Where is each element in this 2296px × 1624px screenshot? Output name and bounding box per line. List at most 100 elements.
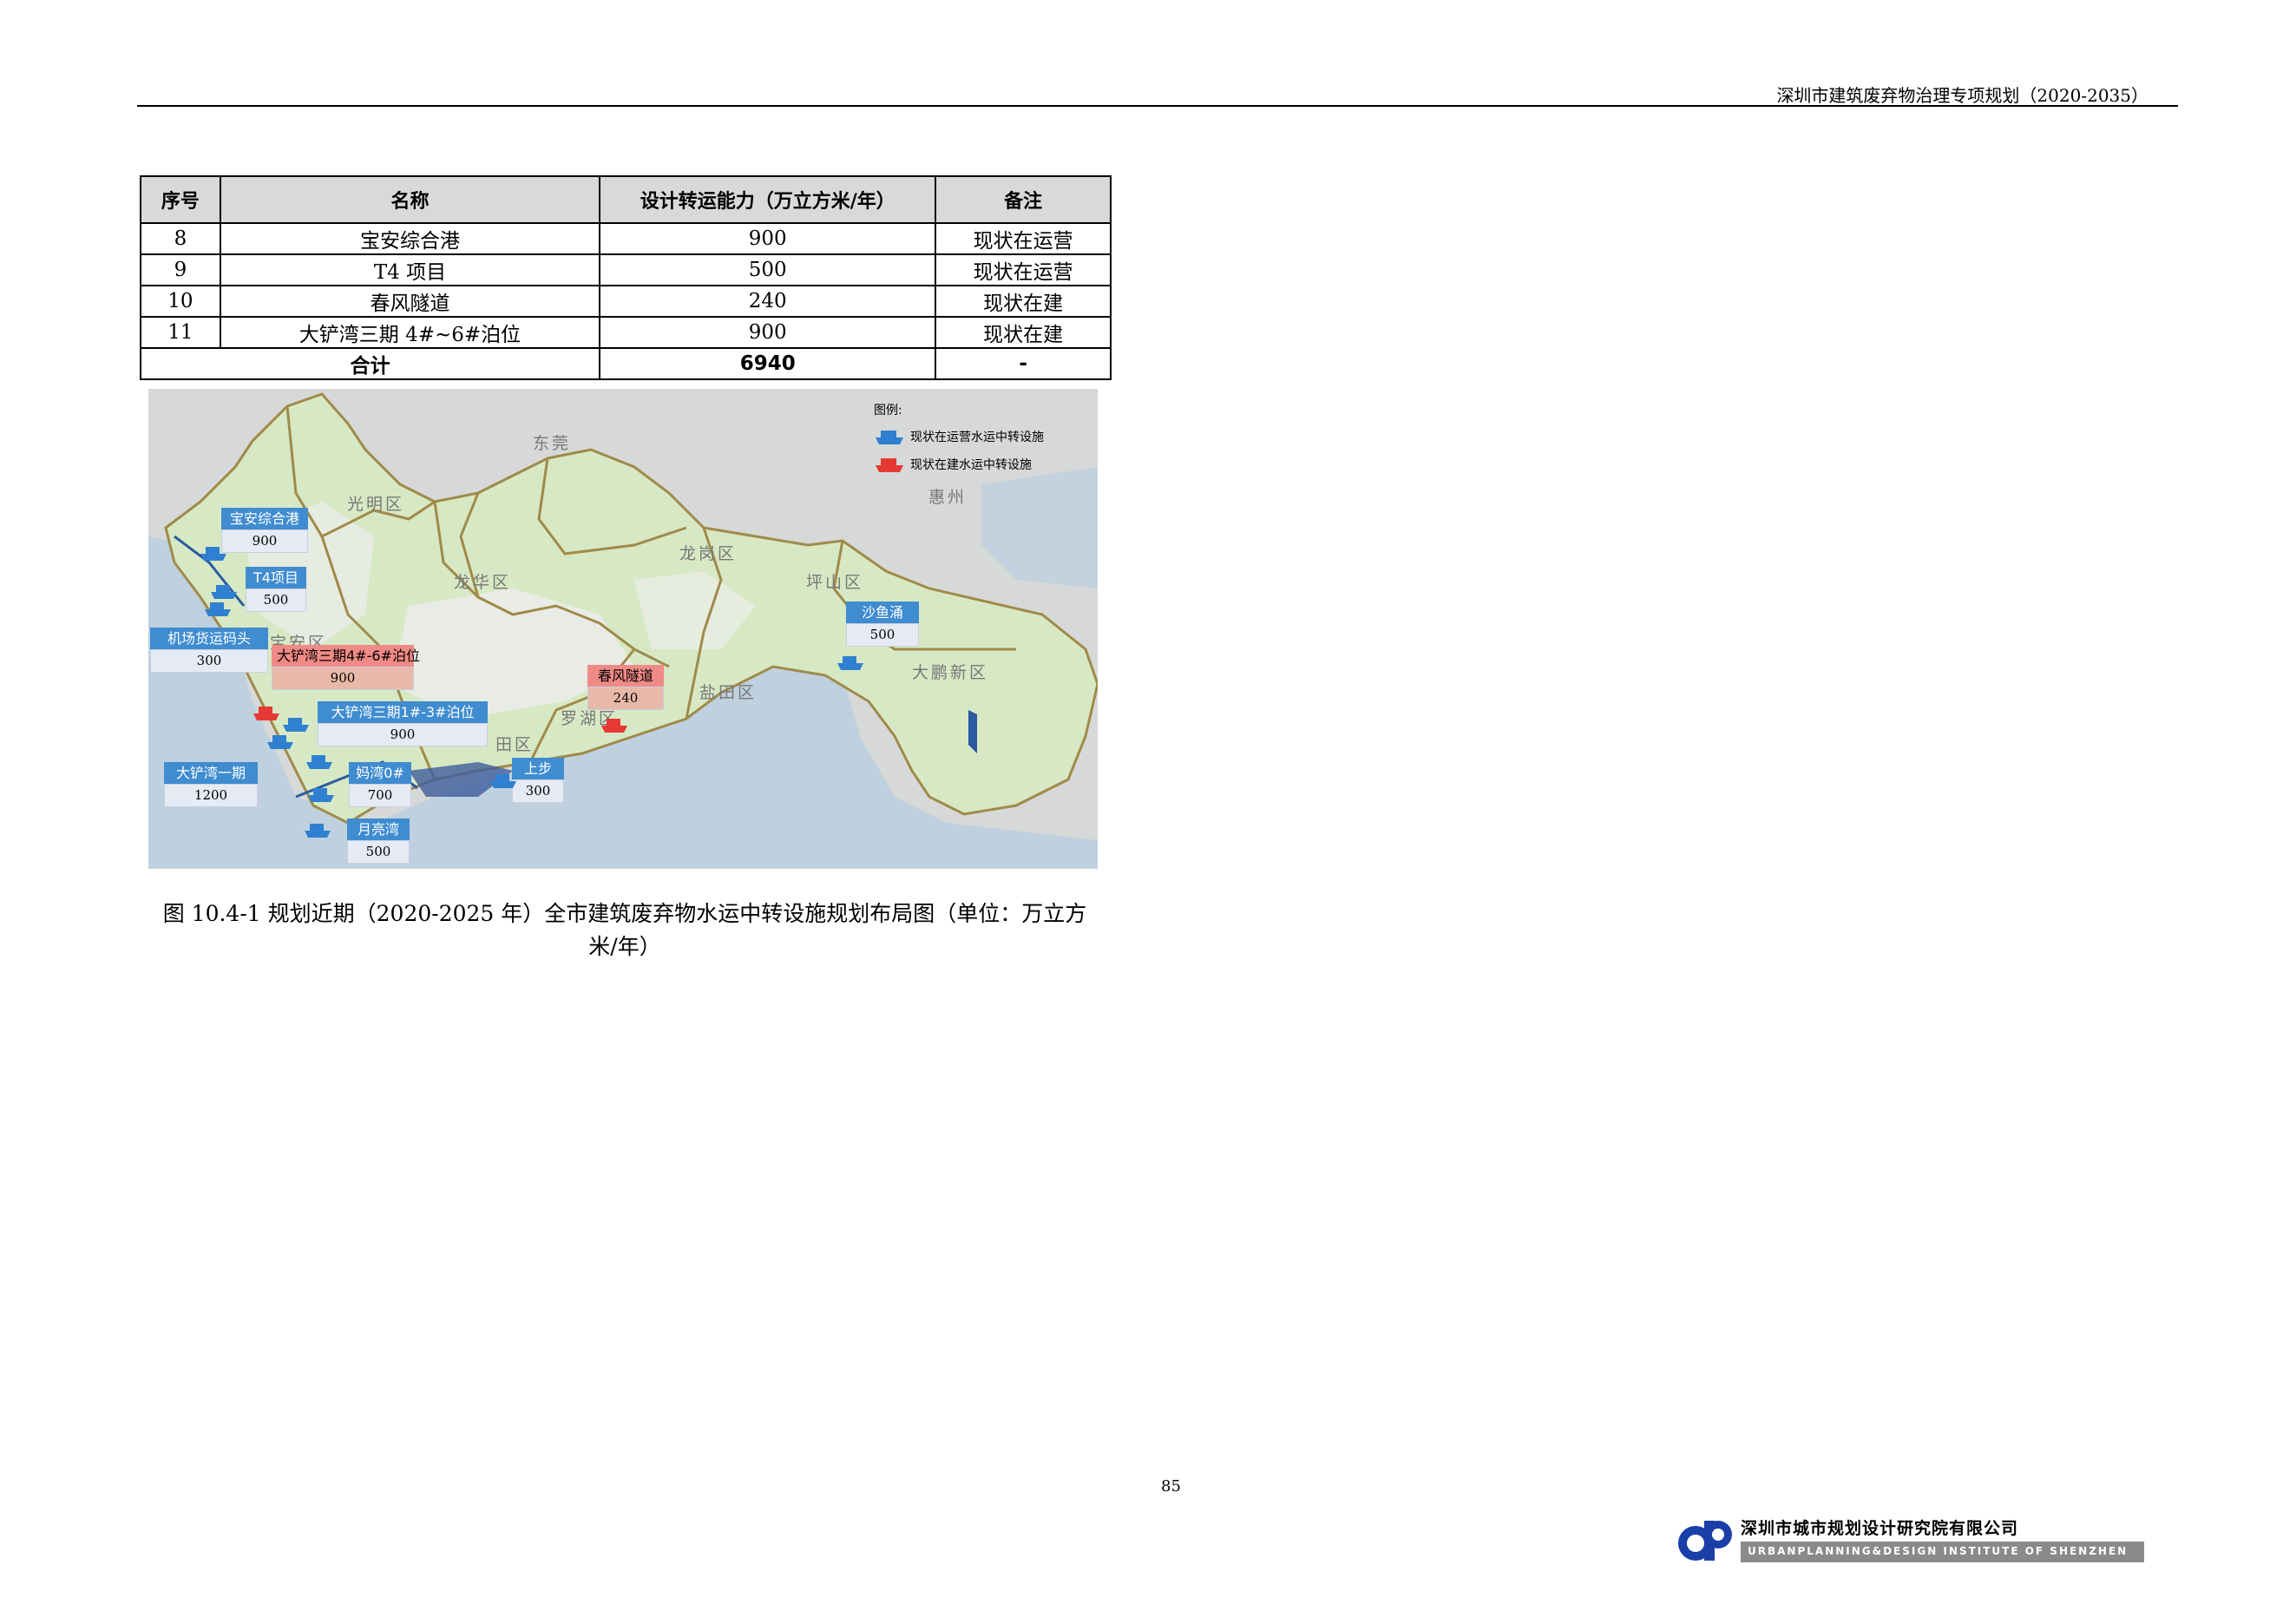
cell-note: 现状在运营 xyxy=(935,222,1112,255)
region-label-longgang: 龙岗区 xyxy=(679,544,738,563)
region-label-longhua: 龙华区 xyxy=(454,573,512,592)
cell-name: 宝安综合港 xyxy=(219,222,601,255)
ship-icon xyxy=(308,788,334,802)
facility-capacity: 700 xyxy=(349,784,411,807)
cell-note: 现状在运营 xyxy=(935,253,1112,286)
table-row: 10 春风隧道 240 现状在建 xyxy=(140,285,1112,318)
header-no: 序号 xyxy=(140,175,221,224)
cell-no: 9 xyxy=(140,253,221,286)
ship-icon xyxy=(876,458,903,472)
header-rule xyxy=(137,105,2178,107)
ship-icon xyxy=(876,431,903,444)
cell-no: 11 xyxy=(140,316,221,349)
ship-icon xyxy=(490,774,516,788)
ship-icon xyxy=(306,755,332,769)
header-note: 备注 xyxy=(935,175,1112,224)
document-header-title: 深圳市建筑废弃物治理专项规划（2020-2035） xyxy=(1776,85,2148,106)
region-label-dongguan: 东莞 xyxy=(533,434,572,453)
ship-icon xyxy=(837,656,863,670)
facility-name: 沙鱼涌 xyxy=(846,602,919,623)
ship-icon xyxy=(205,602,231,616)
cell-no: 10 xyxy=(140,285,221,318)
cell-capacity: 900 xyxy=(599,222,937,255)
region-label-guangming: 光明区 xyxy=(347,495,405,514)
table-row: 9 T4 项目 500 现状在运营 xyxy=(140,253,1112,286)
institute-name-cn: 深圳市城市规划设计研究院有限公司 xyxy=(1741,1519,2019,1538)
table-row: 8 宝安综合港 900 现状在运营 xyxy=(140,222,1112,255)
facility-callout-chunfeng: 春风隧道 240 xyxy=(587,665,664,710)
caption-line-1: 图 10.4-1 规划近期（2020-2025 年）全市建筑废弃物水运中转设施规… xyxy=(162,901,1087,926)
facility-callout-shayuchong: 沙鱼涌 500 xyxy=(846,602,919,647)
facility-capacity: 240 xyxy=(587,687,664,710)
cell-note: 现状在建 xyxy=(935,285,1112,318)
total-note: - xyxy=(935,347,1112,380)
facility-name: 妈湾0# xyxy=(349,762,411,784)
table-row: 11 大铲湾三期 4#~6#泊位 900 现状在建 xyxy=(140,316,1112,349)
facility-capacity: 1200 xyxy=(164,784,258,807)
region-label-dapeng: 大鹏新区 xyxy=(912,663,989,682)
cell-capacity: 240 xyxy=(599,285,937,318)
facility-callout-t4: T4项目 500 xyxy=(246,567,306,612)
institute-name-en: URBANPLANNING&DESIGN INSTITUTE OF SHENZH… xyxy=(1748,1545,2129,1557)
ship-icon xyxy=(211,585,237,599)
facility-map: 东莞 惠州 光明区 龙华区 龙岗区 坪山区 宝安区 盐田区 罗湖区 大鹏新区 田… xyxy=(148,389,1098,869)
facility-callout-dachan1: 大铲湾一期 1200 xyxy=(164,762,258,807)
facility-name: 大铲湾一期 xyxy=(164,762,258,784)
region-label-futian: 田区 xyxy=(495,735,535,754)
cell-capacity: 500 xyxy=(599,253,937,286)
legend-label-construction: 现状在建水运中转设施 xyxy=(910,458,1032,472)
ship-icon xyxy=(267,735,293,749)
facility-callout-dachan3-46: 大铲湾三期4#-6#泊位 900 xyxy=(272,645,420,690)
figure-caption: 图 10.4-1 规划近期（2020-2025 年）全市建筑废弃物水运中转设施规… xyxy=(139,897,1111,963)
legend-item-operating: 现状在运营水运中转设施 xyxy=(874,427,1082,446)
ship-icon xyxy=(601,719,627,733)
facility-capacity: 500 xyxy=(246,588,306,612)
facility-name: 宝安综合港 xyxy=(221,508,308,529)
total-capacity: 6940 xyxy=(599,347,937,380)
ship-icon xyxy=(283,718,309,732)
table-total-row: 合计 6940 - xyxy=(139,347,1112,380)
facility-capacity: 900 xyxy=(318,723,488,746)
institute-logo-icon xyxy=(1678,1521,1732,1561)
region-label-pingshan: 坪山区 xyxy=(806,573,864,592)
region-label-huizhou: 惠州 xyxy=(928,488,968,507)
facility-capacity: 500 xyxy=(347,840,410,864)
ship-icon xyxy=(253,707,279,720)
facility-capacity: 300 xyxy=(150,649,268,673)
region-label-yantian: 盐田区 xyxy=(699,683,758,702)
ship-icon xyxy=(200,547,226,561)
header-capacity: 设计转运能力（万立方米/年） xyxy=(599,175,937,224)
facility-name: 月亮湾 xyxy=(347,819,410,840)
facility-name: 大铲湾三期1#-3#泊位 xyxy=(318,701,488,723)
header-name: 名称 xyxy=(219,175,601,224)
cell-capacity: 900 xyxy=(599,316,937,349)
cell-name: 春风隧道 xyxy=(219,285,601,318)
total-label: 合计 xyxy=(139,347,601,380)
map-legend: 图例: 现状在运营水运中转设施 现状在建水运中转设施 xyxy=(874,401,1082,474)
cell-note: 现状在建 xyxy=(935,316,1112,349)
cell-no: 8 xyxy=(140,222,221,255)
facility-name: 机场货运码头 xyxy=(150,628,268,649)
facility-callout-airport: 机场货运码头 300 xyxy=(150,628,268,673)
facility-capacity: 900 xyxy=(221,529,308,553)
facility-name: T4项目 xyxy=(246,567,306,588)
facility-name: 春风隧道 xyxy=(587,665,664,687)
facility-capacity: 900 xyxy=(272,667,414,690)
cell-name: 大铲湾三期 4#~6#泊位 xyxy=(219,316,601,349)
facility-callout-shangbu: 上步 300 xyxy=(512,758,564,803)
legend-item-construction: 现状在建水运中转设施 xyxy=(874,455,1082,474)
table-header-row: 序号 名称 设计转运能力（万立方米/年） 备注 xyxy=(140,175,1112,224)
ship-icon xyxy=(305,824,331,838)
facility-name: 上步 xyxy=(512,758,564,779)
facility-callout-yueliangwan: 月亮湾 500 xyxy=(347,819,410,864)
facility-name: 大铲湾三期4#-6#泊位 xyxy=(272,645,420,667)
facility-callout-mawan: 妈湾0# 700 xyxy=(349,762,411,807)
page-number: 85 xyxy=(1161,1477,1181,1496)
legend-title: 图例: xyxy=(874,404,902,418)
legend-label-operating: 现状在运营水运中转设施 xyxy=(910,431,1044,444)
facility-callout-baoan-port: 宝安综合港 900 xyxy=(221,508,308,553)
facility-table: 序号 名称 设计转运能力（万立方米/年） 备注 8 宝安综合港 900 现状在运… xyxy=(139,175,1112,380)
facility-capacity: 300 xyxy=(512,779,564,803)
facility-capacity: 500 xyxy=(846,623,919,647)
cell-name: T4 项目 xyxy=(219,253,601,286)
